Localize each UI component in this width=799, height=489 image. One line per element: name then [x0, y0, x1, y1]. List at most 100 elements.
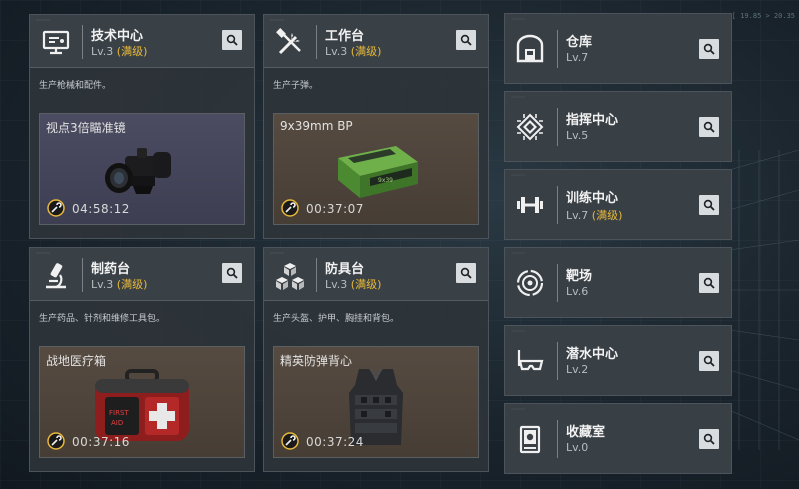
max-level-badge: (满级) [350, 45, 382, 58]
product-name: 战地医疗箱 [46, 354, 107, 368]
production-timer: 04:58:12 [72, 202, 130, 216]
svg-text:AID: AID [111, 419, 123, 427]
background-wireframe [729, 150, 799, 450]
facility-name: 潜水中心 [566, 347, 619, 362]
facility-description: 生产头盔、护甲、胸挂和背包。 [273, 314, 400, 324]
facility-card-pharmacy[interactable]: 制药台 Lv.3 (满级) 生产药品、针剂和维修工具包。 战地医疗箱 FIRST… [29, 247, 255, 472]
search-icon [703, 433, 715, 445]
search-button[interactable] [699, 117, 719, 137]
search-button[interactable] [456, 30, 476, 50]
facility-level: Lv.0 [566, 441, 588, 454]
facility-level: Lv.7 [566, 51, 588, 64]
level-text: Lv.2 [566, 363, 589, 376]
max-level-badge: (满级) [116, 45, 148, 58]
production-timer: 00:37:07 [306, 202, 364, 216]
facility-header: 仓库 Lv.7 [505, 14, 731, 83]
facility-name: 仓库 [566, 35, 593, 50]
facility-description: 生产子弹。 [273, 81, 319, 91]
facility-name: 工作台 [325, 29, 365, 44]
facility-level: Lv.2 [566, 363, 588, 376]
cubes-icon [276, 263, 304, 290]
facility-header: 潜水中心 Lv.2 [505, 326, 731, 395]
tools-icon [276, 28, 301, 55]
header-divider [82, 258, 83, 292]
level-text: Lv.3 [91, 45, 114, 58]
facility-header: 靶场 Lv.6 [505, 248, 731, 317]
facility-header: 收藏室 Lv.0 [505, 404, 731, 473]
facility-card-armor-bench[interactable]: 防具台 Lv.3 (满级) 生产头盔、护甲、胸挂和背包。 精英防弹背心 00:3… [263, 247, 489, 472]
search-button[interactable] [699, 39, 719, 59]
header-divider [557, 342, 558, 380]
facility-name: 靶场 [566, 269, 593, 284]
header-divider [557, 30, 558, 68]
facility-name: 技术中心 [91, 29, 144, 44]
facility-description: 生产枪械和配件。 [39, 81, 112, 91]
search-icon [703, 199, 715, 211]
svg-text:9x39: 9x39 [378, 177, 393, 184]
production-slot[interactable]: 战地医疗箱 FIRST AID 00:37:16 [39, 346, 245, 458]
facility-name: 指挥中心 [566, 113, 619, 128]
facility-level: Lv.7 (满级) [566, 207, 622, 223]
production-slot[interactable]: 9x39mm BP 9x39 00:37:07 [273, 113, 479, 225]
search-icon [703, 43, 715, 55]
facility-header: 制药台 Lv.3 (满级) [30, 248, 254, 301]
header-divider [316, 258, 317, 292]
facility-card-shooting-range[interactable]: 靶场 Lv.6 [504, 247, 732, 318]
header-divider [557, 420, 558, 458]
facility-card-tech-center[interactable]: 技术中心 Lv.3 (满级) 生产枪械和配件。 视点3倍瞄准镜 04:58:12 [29, 14, 255, 239]
max-level-badge: (满级) [591, 209, 623, 222]
max-level-badge: (满级) [350, 278, 382, 291]
search-icon [460, 267, 472, 279]
search-button[interactable] [699, 273, 719, 293]
level-text: Lv.5 [566, 129, 589, 142]
header-divider [82, 25, 83, 59]
search-button[interactable] [222, 263, 242, 283]
facility-card-diving-center[interactable]: 潜水中心 Lv.2 [504, 325, 732, 396]
facility-card-training-center[interactable]: 训练中心 Lv.7 (满级) [504, 169, 732, 240]
level-text: Lv.0 [566, 441, 589, 454]
target-icon [516, 269, 544, 297]
facility-name: 防具台 [325, 262, 365, 277]
search-button[interactable] [222, 30, 242, 50]
header-divider [557, 186, 558, 224]
facility-header: 训练中心 Lv.7 (满级) [505, 170, 731, 239]
warehouse-icon [516, 34, 544, 63]
search-button[interactable] [699, 195, 719, 215]
svg-text:FIRST: FIRST [109, 409, 129, 417]
product-name: 9x39mm BP [280, 119, 353, 133]
facility-header: 工作台 Lv.3 (满级) [264, 15, 488, 68]
scope-icon [105, 148, 171, 194]
search-button[interactable] [456, 263, 476, 283]
search-icon [460, 34, 472, 46]
timer-wrench-icon [47, 432, 65, 450]
production-slot[interactable]: 视点3倍瞄准镜 04:58:12 [39, 113, 245, 225]
level-text: Lv.3 [325, 45, 348, 58]
facility-level: Lv.5 [566, 129, 588, 142]
facility-card-workbench[interactable]: 工作台 Lv.3 (满级) 生产子弹。 9x39mm BP 9x39 00:37… [263, 14, 489, 239]
ammo-box-icon: 9x39 [338, 146, 418, 198]
microscope-icon [46, 263, 66, 289]
facility-card-warehouse[interactable]: 仓库 Lv.7 [504, 13, 732, 84]
search-icon [226, 34, 238, 46]
facility-level: Lv.3 (满级) [325, 43, 381, 59]
header-divider [557, 108, 558, 146]
search-button[interactable] [699, 351, 719, 371]
search-button[interactable] [699, 429, 719, 449]
facility-header: 防具台 Lv.3 (满级) [264, 248, 488, 301]
production-timer: 00:37:24 [306, 435, 364, 449]
facility-card-collection-room[interactable]: 收藏室 Lv.0 [504, 403, 732, 474]
max-level-badge: (满级) [116, 278, 148, 291]
facility-level: Lv.6 [566, 285, 588, 298]
collection-icon [519, 425, 541, 454]
facility-name: 收藏室 [566, 425, 606, 440]
production-slot[interactable]: 精英防弹背心 00:37:24 [273, 346, 479, 458]
level-text: Lv.6 [566, 285, 589, 298]
facility-card-command-center[interactable]: 指挥中心 Lv.5 [504, 91, 732, 162]
facility-level: Lv.3 (满级) [325, 276, 381, 292]
production-timer: 00:37:16 [72, 435, 130, 449]
level-text: Lv.7 [566, 51, 589, 64]
monitor-icon [42, 30, 70, 55]
header-divider [316, 25, 317, 59]
facility-name: 制药台 [91, 262, 131, 277]
facility-name: 训练中心 [566, 191, 619, 206]
